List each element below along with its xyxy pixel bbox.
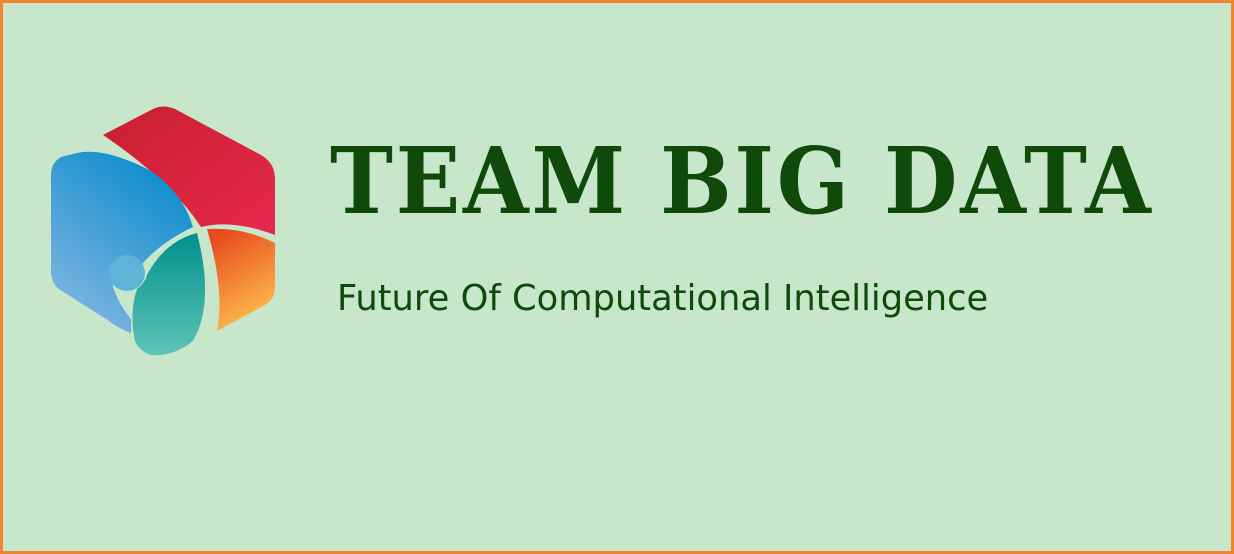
- banner: TEAM BIG DATA Future Of Computational In…: [0, 0, 1234, 554]
- logo-orange-segment: [207, 228, 275, 331]
- team-big-data-logo-icon: [51, 106, 275, 356]
- tagline: Future Of Computational Intelligence: [337, 278, 989, 319]
- logo-node-circle: [109, 255, 145, 291]
- team-title: TEAM BIG DATA: [330, 127, 1154, 235]
